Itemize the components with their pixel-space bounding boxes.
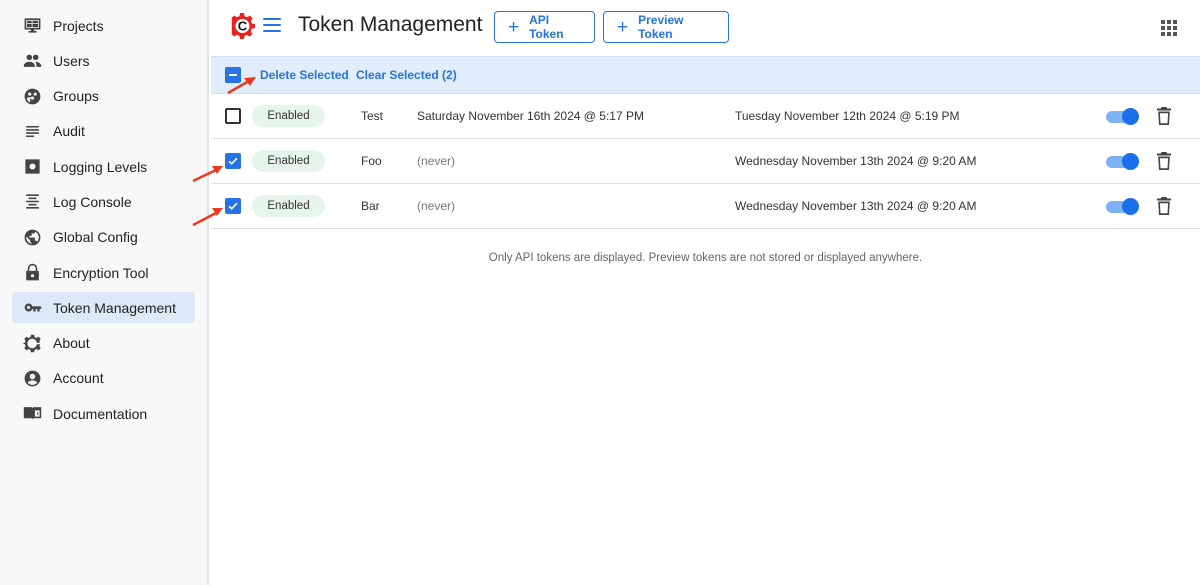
sidebar-item-log-console[interactable]: Log Console <box>12 186 195 217</box>
trash-icon[interactable] <box>1157 152 1171 170</box>
clear-selected-button[interactable]: Clear Selected (2) <box>356 68 457 82</box>
sidebar-item-encryption-tool[interactable]: Encryption Tool <box>12 257 195 288</box>
token-created: Wednesday November 13th 2024 @ 9:20 AM <box>735 154 977 168</box>
add-api-token-button[interactable]: + API Token <box>494 11 595 43</box>
sidebar-item-label: Groups <box>53 88 99 105</box>
bulk-action-bar: Delete Selected Clear Selected (2) <box>211 56 1200 94</box>
plus-icon: + <box>617 16 629 38</box>
sidebar-item-label: Users <box>53 52 90 69</box>
row-checkbox[interactable] <box>225 108 241 124</box>
add-api-token-label: API Token <box>529 13 564 41</box>
account-icon <box>22 368 42 388</box>
trash-icon[interactable] <box>1157 107 1171 125</box>
enable-toggle[interactable] <box>1106 108 1139 125</box>
book-icon <box>22 404 42 424</box>
token-created: Wednesday November 13th 2024 @ 9:20 AM <box>735 199 977 213</box>
sidebar-item-logging-levels[interactable]: Logging Levels <box>12 151 195 182</box>
apps-grid-icon[interactable] <box>1161 20 1177 36</box>
logging-levels-icon <box>22 157 42 177</box>
sidebar-item-label: Projects <box>53 17 104 34</box>
row-checkbox[interactable] <box>225 198 241 214</box>
audit-icon <box>22 121 42 141</box>
plus-icon: + <box>508 16 520 38</box>
table-row: Enabled Bar (never) Wednesday November 1… <box>211 184 1200 229</box>
enable-toggle[interactable] <box>1106 198 1139 215</box>
sidebar-item-label: Token Management <box>53 299 176 316</box>
header: C Token Management + API Token + Preview… <box>211 0 1200 56</box>
sidebar-item-label: Log Console <box>53 193 132 210</box>
app-logo-icon[interactable]: C <box>229 13 255 39</box>
svg-text:C: C <box>238 19 248 34</box>
token-last-used: Saturday November 16th 2024 @ 5:17 PM <box>417 109 644 123</box>
sidebar-item-users[interactable]: Users <box>12 45 195 76</box>
sidebar-item-label: Audit <box>53 123 85 140</box>
groups-icon <box>22 86 42 106</box>
sidebar-item-global-config[interactable]: Global Config <box>12 222 195 253</box>
token-name: Foo <box>361 154 382 168</box>
trash-icon[interactable] <box>1157 197 1171 215</box>
sidebar-item-account[interactable]: Account <box>12 363 195 394</box>
row-checkbox[interactable] <box>225 153 241 169</box>
sidebar-item-label: About <box>53 335 90 352</box>
info-note: Only API tokens are displayed. Preview t… <box>488 252 923 264</box>
sidebar-item-projects[interactable]: Projects <box>12 10 195 41</box>
sidebar-item-label: Encryption Tool <box>53 264 149 281</box>
status-badge: Enabled <box>252 105 325 127</box>
sidebar-item-about[interactable]: About <box>12 328 195 359</box>
table-row: Enabled Test Saturday November 16th 2024… <box>211 94 1200 139</box>
table-row: Enabled Foo (never) Wednesday November 1… <box>211 139 1200 184</box>
token-name: Test <box>361 109 384 123</box>
hamburger-menu-icon[interactable] <box>263 18 281 34</box>
token-last-used: (never) <box>417 154 456 168</box>
main-content: C Token Management + API Token + Preview… <box>211 0 1200 585</box>
sidebar-item-label: Account <box>53 370 104 387</box>
lock-icon <box>22 263 42 283</box>
add-preview-token-button[interactable]: + Preview Token <box>603 11 729 43</box>
globe-icon <box>22 227 42 247</box>
sidebar-item-label: Logging Levels <box>53 158 148 175</box>
delete-selected-button[interactable]: Delete Selected <box>260 68 349 82</box>
sidebar-item-label: Global Config <box>53 229 138 246</box>
projects-icon <box>22 16 42 36</box>
gear-logo-icon <box>22 333 42 353</box>
page-title: Token Management <box>298 13 483 36</box>
select-all-checkbox-indeterminate[interactable] <box>225 67 241 83</box>
sidebar-item-label: Documentation <box>53 405 148 422</box>
users-icon <box>22 51 42 71</box>
token-created: Tuesday November 12th 2024 @ 5:19 PM <box>735 109 960 123</box>
enable-toggle[interactable] <box>1106 153 1139 170</box>
status-badge: Enabled <box>252 195 325 217</box>
sidebar-item-audit[interactable]: Audit <box>12 116 195 147</box>
token-name: Bar <box>361 199 380 213</box>
log-console-icon <box>22 192 42 212</box>
status-badge: Enabled <box>252 150 325 172</box>
token-last-used: (never) <box>417 199 456 213</box>
sidebar-item-documentation[interactable]: Documentation <box>12 398 195 429</box>
key-icon <box>22 298 42 318</box>
sidebar-item-token-management[interactable]: Token Management <box>12 292 195 324</box>
add-preview-token-label: Preview Token <box>638 13 684 41</box>
sidebar-item-groups[interactable]: Groups <box>12 81 195 112</box>
sidebar: Projects Users Groups Audit Logging Leve… <box>0 0 209 585</box>
